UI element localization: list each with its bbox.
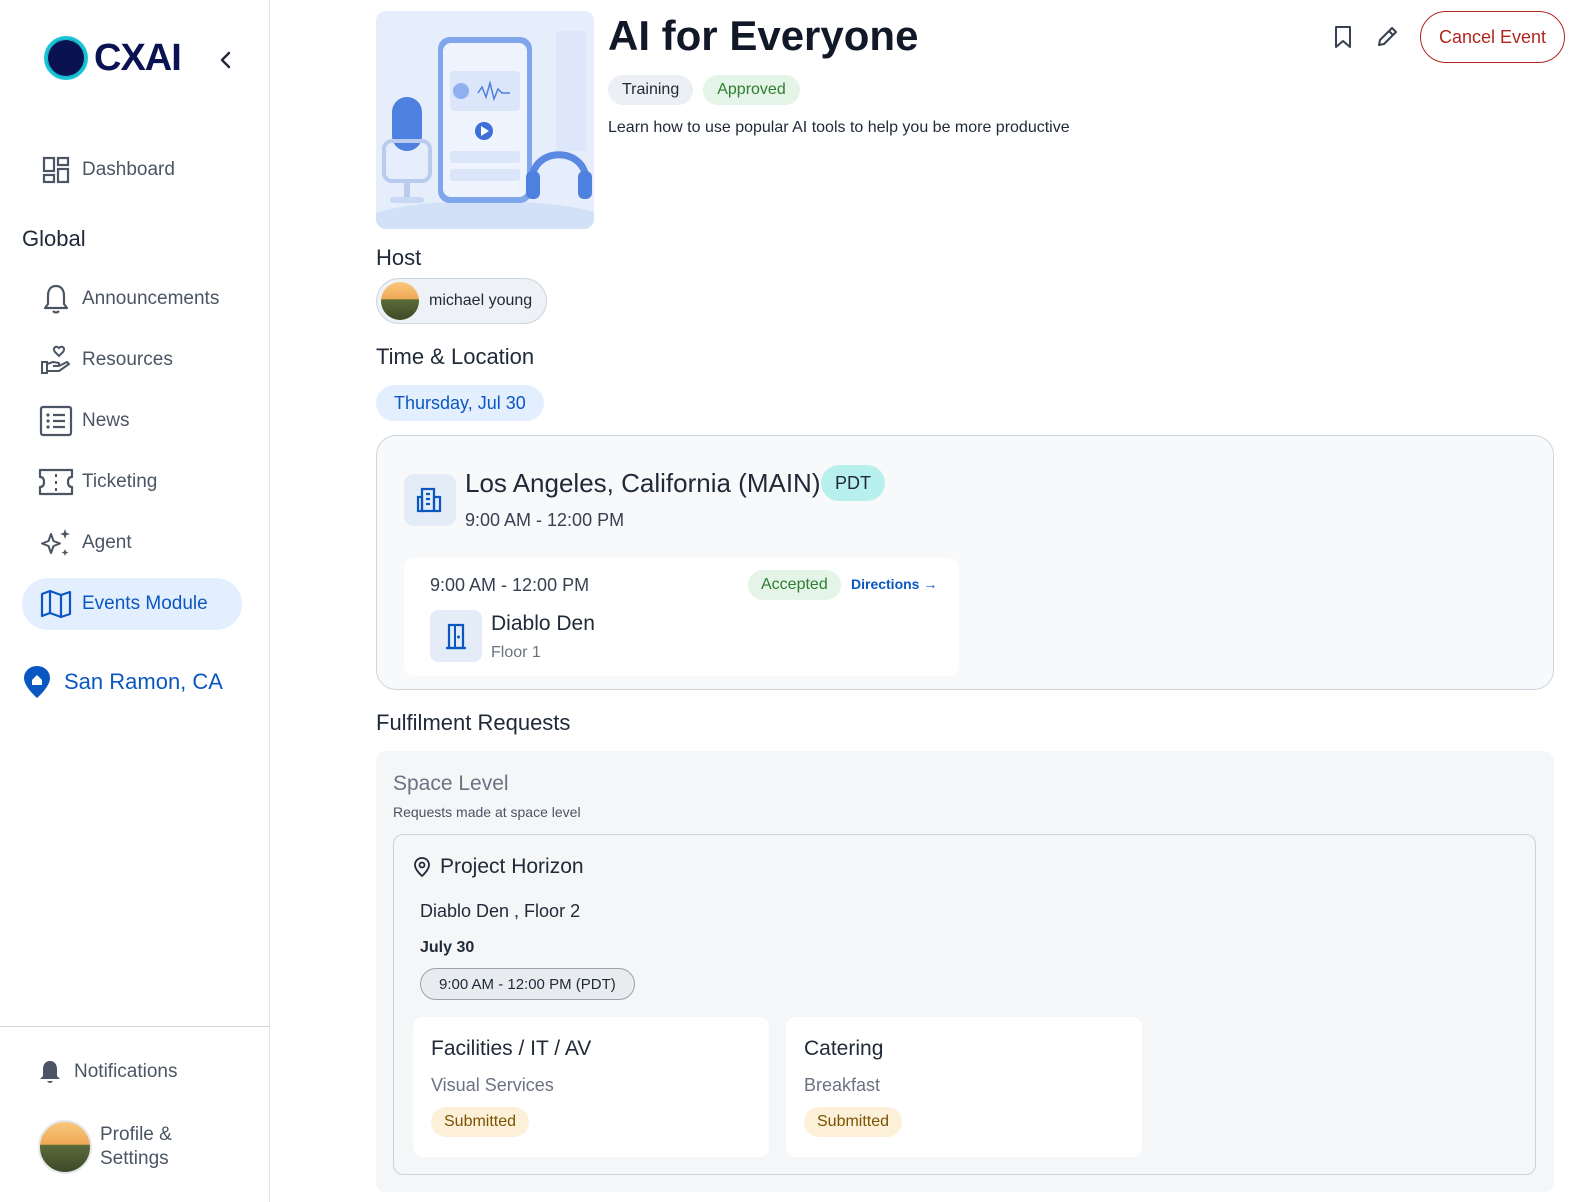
event-actions: Cancel Event bbox=[1328, 11, 1566, 63]
request-subtitle: Breakfast bbox=[804, 1075, 881, 1095]
building-icon bbox=[404, 474, 456, 526]
nav-label: Announcements bbox=[82, 288, 220, 309]
space-level-subtitle: Requests made at space level bbox=[393, 804, 581, 820]
sparkle-icon bbox=[38, 525, 74, 561]
location-pin-icon bbox=[24, 666, 50, 698]
nav-item-dashboard[interactable]: Dashboard bbox=[22, 144, 242, 196]
request-status-badge: Submitted bbox=[804, 1107, 903, 1137]
room-floor: Floor 1 bbox=[491, 644, 541, 661]
fulfilment-heading: Fulfilment Requests bbox=[376, 710, 571, 735]
directions-link[interactable]: Directions → bbox=[851, 576, 937, 592]
nav-label: News bbox=[82, 410, 130, 431]
request-title: Facilities / IT / AV bbox=[431, 1037, 592, 1060]
nav-label: Ticketing bbox=[82, 471, 158, 492]
bell-icon bbox=[38, 281, 74, 317]
event-tags: Training Approved bbox=[608, 75, 800, 105]
nav-item-ticketing[interactable]: Ticketing bbox=[22, 456, 242, 508]
list-icon bbox=[38, 403, 74, 439]
door-icon bbox=[430, 610, 482, 662]
pencil-icon bbox=[1378, 27, 1397, 46]
collapse-sidebar-button[interactable] bbox=[212, 46, 240, 74]
arrow-right-icon: → bbox=[923, 576, 938, 592]
cancel-event-button[interactable]: Cancel Event bbox=[1420, 11, 1566, 63]
logo-text: CXAI bbox=[94, 36, 182, 79]
nav-label: Agent bbox=[82, 532, 132, 553]
location-label: San Ramon, CA bbox=[64, 669, 223, 694]
logo[interactable]: CXAI bbox=[44, 36, 182, 80]
profile-label-line2: Settings bbox=[100, 1148, 169, 1169]
location-selector[interactable]: San Ramon, CA bbox=[22, 664, 223, 700]
directions-label: Directions bbox=[851, 576, 920, 592]
project-date: July 30 bbox=[420, 939, 475, 956]
nav-item-announcements[interactable]: Announcements bbox=[22, 273, 242, 325]
logo-mark-icon bbox=[44, 36, 88, 80]
category-badge: Training bbox=[608, 75, 694, 105]
host-avatar bbox=[381, 282, 419, 320]
status-badge: Approved bbox=[703, 75, 800, 105]
bookmark-icon bbox=[1335, 26, 1351, 48]
nav-item-events-module[interactable]: Events Module bbox=[22, 578, 242, 630]
fulfilment-panel: Space Level Requests made at space level… bbox=[376, 751, 1554, 1192]
project-name: Project Horizon bbox=[440, 855, 584, 878]
host-name: michael young bbox=[429, 292, 533, 309]
sidebar-divider bbox=[0, 1026, 270, 1027]
ticket-icon bbox=[38, 464, 74, 500]
bookmark-button[interactable] bbox=[1328, 22, 1358, 52]
dashboard-icon bbox=[38, 152, 74, 188]
profile-label-line1: Profile & bbox=[100, 1124, 172, 1145]
nav-label: Dashboard bbox=[82, 159, 175, 180]
request-status-badge: Submitted bbox=[431, 1107, 530, 1137]
room-time: 9:00 AM - 12:00 PM bbox=[430, 575, 590, 595]
room-card: 9:00 AM - 12:00 PM Accepted Directions →… bbox=[404, 558, 959, 676]
room-name: Diablo Den bbox=[491, 612, 595, 635]
profile-settings-button[interactable]: Profile & Settings bbox=[38, 1120, 172, 1174]
request-card[interactable]: Catering Breakfast Submitted bbox=[786, 1017, 1142, 1157]
space-level-heading: Space Level bbox=[393, 772, 509, 795]
nav-label: Events Module bbox=[82, 593, 208, 614]
map-icon bbox=[38, 586, 74, 622]
project-title: Project Horizon bbox=[412, 855, 584, 879]
location-time: 9:00 AM - 12:00 PM bbox=[465, 510, 625, 530]
project-card: Project Horizon Diablo Den , Floor 2 Jul… bbox=[393, 834, 1536, 1175]
nav-item-resources[interactable]: Resources bbox=[22, 334, 242, 386]
notifications-button[interactable]: Notifications bbox=[36, 1058, 178, 1086]
bell-filled-icon bbox=[40, 1061, 60, 1083]
host-chip[interactable]: michael young bbox=[376, 278, 548, 324]
timezone-badge: PDT bbox=[821, 465, 885, 501]
event-cover-image bbox=[376, 11, 594, 229]
edit-button[interactable] bbox=[1372, 22, 1402, 52]
event-description: Learn how to use popular AI tools to hel… bbox=[608, 119, 1070, 136]
request-card[interactable]: Facilities / IT / AV Visual Services Sub… bbox=[413, 1017, 769, 1157]
event-title: AI for Everyone bbox=[608, 12, 919, 59]
request-subtitle: Visual Services bbox=[431, 1075, 554, 1095]
nav-item-agent[interactable]: Agent bbox=[22, 517, 242, 569]
room-status-badge: Accepted bbox=[748, 570, 841, 600]
request-title: Catering bbox=[804, 1037, 884, 1060]
nav-item-news[interactable]: News bbox=[22, 395, 242, 447]
project-time-chip: 9:00 AM - 12:00 PM (PDT) bbox=[420, 968, 635, 1000]
date-chip[interactable]: Thursday, Jul 30 bbox=[376, 385, 544, 421]
project-room: Diablo Den , Floor 2 bbox=[420, 901, 581, 921]
nav-label: Resources bbox=[82, 349, 173, 370]
sidebar: CXAI Dashboard Global Announcements Reso… bbox=[0, 0, 270, 1202]
hand-heart-icon bbox=[38, 342, 74, 378]
location-card: Los Angeles, California (MAIN) PDT 9:00 … bbox=[376, 435, 1554, 690]
location-name: Los Angeles, California (MAIN) bbox=[465, 468, 821, 498]
notifications-label: Notifications bbox=[74, 1061, 178, 1082]
map-pin-icon bbox=[414, 857, 430, 878]
avatar bbox=[38, 1120, 92, 1174]
time-location-heading: Time & Location bbox=[376, 344, 535, 369]
host-heading: Host bbox=[376, 245, 422, 270]
section-heading-global: Global bbox=[22, 226, 86, 251]
chevron-left-icon bbox=[220, 51, 231, 69]
